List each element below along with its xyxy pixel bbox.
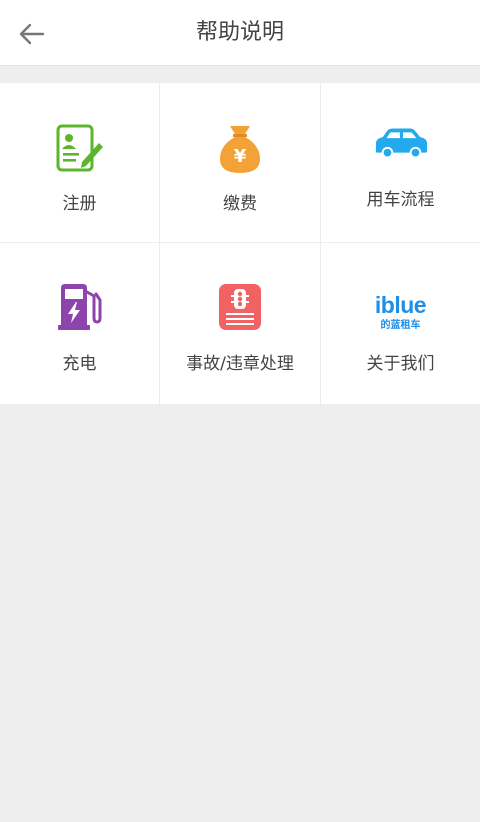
menu-item-register[interactable]: 注册 [0, 83, 160, 243]
menu-item-label: 注册 [62, 194, 97, 214]
menu-item-label: 事故/违章处理 [186, 354, 294, 374]
menu-item-car-usage-process[interactable]: 用车流程 [321, 83, 480, 243]
iblue-logo-subtext: 的蓝租车 [380, 320, 421, 331]
traffic-light-icon [212, 279, 268, 335]
help-menu-grid: 注册 ¥ 缴费 用车流程 充电 事故/违章处理 iblue 的蓝租车 关于我们 [0, 83, 480, 404]
menu-item-about-us[interactable]: iblue 的蓝租车 关于我们 [321, 243, 480, 404]
menu-item-accident-violation[interactable]: 事故/违章处理 [160, 243, 321, 404]
iblue-logo-text: iblue [374, 292, 427, 318]
header-bar: 帮助说明 [0, 0, 480, 66]
menu-item-label: 充电 [62, 354, 97, 374]
charging-station-icon [52, 279, 108, 335]
car-icon [373, 115, 429, 171]
menu-item-payment[interactable]: ¥ 缴费 [160, 83, 321, 243]
document-pen-icon [52, 121, 108, 177]
page-title: 帮助说明 [195, 20, 284, 45]
svg-text:¥: ¥ [234, 146, 247, 167]
iblue-logo-icon: iblue 的蓝租车 [361, 285, 441, 341]
menu-item-label: 关于我们 [366, 354, 435, 374]
menu-item-label: 用车流程 [366, 190, 435, 210]
menu-item-charging[interactable]: 充电 [0, 243, 160, 404]
menu-item-label: 缴费 [223, 194, 257, 214]
money-bag-icon: ¥ [212, 121, 268, 177]
